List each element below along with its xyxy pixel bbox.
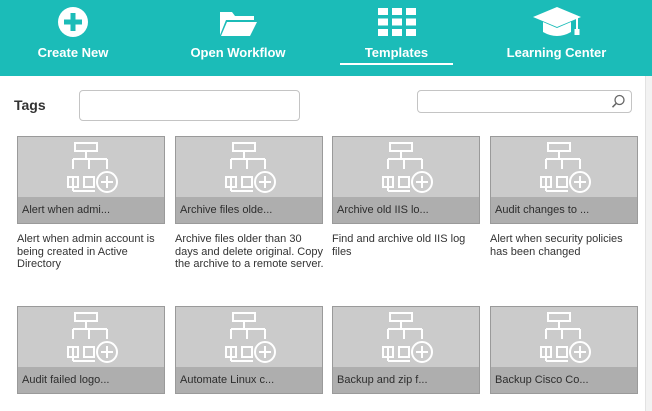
template-card[interactable]: Automate Linux c... [175,306,323,394]
search-icon[interactable] [611,94,626,109]
nav-create-new-label: Create New [37,45,109,60]
nav-open-workflow[interactable]: Open Workflow [180,0,296,76]
template-card-description: Find and archive old IIS log files [332,233,466,258]
template-card[interactable]: Archive old IIS lo... [332,136,480,224]
workflow-icon [540,142,591,193]
workflow-icon [225,312,276,363]
workflow-icon [67,142,118,193]
template-card-title: Alert when admi... [18,197,164,223]
template-card-title: Archive old IIS lo... [333,197,479,223]
template-card-description: Archive files older than 30 days and del… [175,233,324,270]
search-input[interactable] [422,92,608,111]
plus-circle-icon [58,7,88,37]
tags-input[interactable] [79,90,300,121]
template-card-title: Automate Linux c... [176,367,322,393]
template-card-title: Audit failed logo... [18,367,164,393]
nav-learning-center[interactable]: Learning Center [500,0,613,76]
template-card[interactable]: Archive files olde... [175,136,323,224]
template-card[interactable]: Audit failed logo... [17,306,165,394]
template-card-title: Archive files olde... [176,197,322,223]
workflow-icon [67,312,118,363]
template-card[interactable]: Backup and zip f... [332,306,480,394]
template-card-title: Backup and zip f... [333,367,479,393]
workflow-icon [382,312,433,363]
graduation-cap-icon [532,7,581,36]
template-card-title: Backup Cisco Co... [491,367,637,393]
template-card-description: Alert when security policies has been ch… [490,233,623,258]
folder-open-icon [220,12,257,36]
nav-create-new[interactable]: Create New [18,0,128,76]
active-tab-indicator [340,63,453,65]
template-card-title: Audit changes to ... [491,197,637,223]
search-box[interactable] [417,90,632,113]
scrollbar[interactable] [645,76,652,411]
template-card[interactable]: Backup Cisco Co... [490,306,638,394]
template-card[interactable]: Audit changes to ... [490,136,638,224]
nav-templates-label: Templates [364,45,429,60]
top-nav-bar: Create New Open Workflow Templates Learn… [0,0,652,76]
workflow-icon [225,142,276,193]
workflow-icon [540,312,591,363]
grid-icon [377,8,416,36]
tags-label: Tags [14,97,46,113]
template-card-description: Alert when admin account is being create… [17,233,155,270]
template-card[interactable]: Alert when admi... [17,136,165,224]
workflow-icon [382,142,433,193]
nav-open-workflow-label: Open Workflow [190,45,286,60]
nav-learning-center-label: Learning Center [506,45,607,60]
